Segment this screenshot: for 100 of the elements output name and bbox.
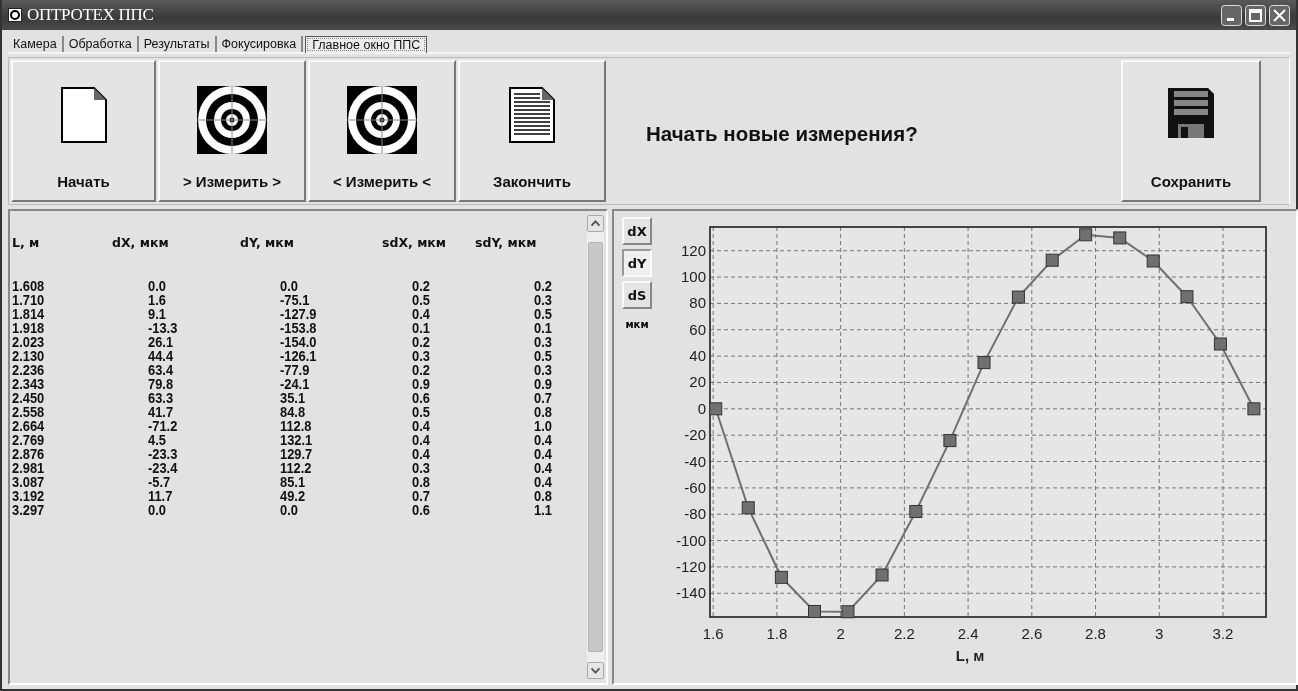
- y-tick-label: -100: [675, 531, 706, 549]
- x-tick-label: 2.6: [1021, 625, 1043, 642]
- data-point: [808, 604, 821, 618]
- table-cell: 132.1: [280, 433, 313, 447]
- table-cell: -75.1: [280, 293, 310, 307]
- toolbar-button[interactable]: Закончить: [458, 60, 606, 202]
- table-cell: 85.1: [280, 475, 306, 489]
- table-cell: 63.3: [148, 391, 174, 405]
- column-header: L, м: [12, 235, 40, 252]
- table-cell: -13.3: [148, 321, 178, 335]
- y-tick-label: 40: [689, 347, 706, 365]
- table-cell: 112.2: [280, 461, 312, 475]
- table-cell: 0.2: [534, 279, 552, 293]
- y-tick-label: 20: [689, 373, 706, 391]
- column-header: dY, мкм: [240, 235, 294, 252]
- table-cell: 79.8: [148, 377, 174, 391]
- table-cell: 1.1: [534, 503, 552, 517]
- toolbar-button[interactable]: > Измерить >: [158, 60, 306, 202]
- table-cell: 0.4: [534, 447, 552, 461]
- table-cell: -126.1: [280, 349, 317, 363]
- table-cell: -5.7: [148, 475, 171, 489]
- table-cell: 1.814: [12, 307, 45, 321]
- table-cell: 0.4: [534, 461, 552, 475]
- data-point: [1113, 231, 1127, 245]
- maximize-button[interactable]: [1245, 4, 1266, 26]
- column-header: dX, мкм: [112, 235, 169, 252]
- table-cell: 26.1: [148, 335, 174, 349]
- table-cell: 0.9: [534, 377, 552, 391]
- close-button[interactable]: [1269, 4, 1290, 26]
- table-cell: 2.664: [12, 419, 45, 433]
- table-cell: 0.4: [534, 433, 552, 447]
- tab[interactable]: Результаты: [138, 36, 217, 52]
- x-tick-label: 2: [836, 625, 845, 642]
- table-cell: 0.3: [534, 363, 552, 377]
- table-cell: 9.1: [148, 307, 166, 321]
- table-cell: 0.6: [412, 503, 430, 517]
- toolbar-button[interactable]: < Измерить <: [308, 60, 456, 202]
- table-cell: 0.0: [280, 279, 298, 293]
- table-cell: 0.8: [534, 405, 552, 419]
- table-cell: 0.2: [412, 279, 430, 293]
- scroll-down-button[interactable]: [587, 662, 604, 679]
- table-cell: 44.4: [148, 349, 174, 363]
- minimize-button[interactable]: [1221, 4, 1242, 26]
- table-cell: 0.7: [412, 489, 430, 503]
- table-cell: 2.876: [12, 447, 45, 461]
- y-tick-label: -60: [684, 478, 706, 496]
- table-cell: 0.4: [412, 433, 430, 447]
- table-cell: 0.3: [534, 335, 552, 349]
- table-cell: 0.4: [412, 419, 430, 433]
- table-cell: 0.0: [148, 279, 166, 293]
- x-tick-label: 2.2: [893, 625, 915, 642]
- target-icon: [347, 86, 417, 154]
- table-cell: -77.9: [280, 363, 310, 377]
- y-tick-label: 120: [680, 241, 706, 259]
- toolbar-button[interactable]: Начать: [11, 60, 156, 202]
- table-cell: 0.1: [534, 321, 552, 335]
- table-cell: 0.4: [412, 307, 430, 321]
- y-tick-label: -120: [675, 557, 706, 575]
- table-cell: 84.8: [280, 405, 306, 419]
- scroll-up-button[interactable]: [587, 215, 604, 232]
- series-toggle-button[interactable]: dS: [622, 281, 652, 309]
- x-tick-label: 2.4: [957, 625, 979, 642]
- column-header: sdY, мкм: [475, 235, 537, 252]
- scrollbar-thumb[interactable]: [588, 242, 603, 652]
- x-tick-label: 3.2: [1212, 625, 1234, 642]
- x-tick-label: 3: [1155, 625, 1164, 642]
- table-cell: 2.023: [12, 335, 45, 349]
- table-cell: 63.4: [148, 363, 174, 377]
- save-button[interactable]: Сохранить: [1121, 60, 1261, 202]
- table-cell: 3.297: [12, 503, 45, 517]
- target-icon: [197, 86, 267, 154]
- table-cell: -23.4: [148, 461, 178, 475]
- y-tick-label: -80: [684, 505, 706, 523]
- column-header: sdX, мкм: [382, 235, 447, 252]
- table-cell: 0.4: [534, 475, 552, 489]
- table-cell: 1.6: [148, 293, 166, 307]
- tab[interactable]: Главное окно ППС: [305, 36, 428, 53]
- tab[interactable]: Обработка: [63, 36, 139, 52]
- series-toggle-button[interactable]: dX: [622, 217, 652, 245]
- tab[interactable]: Камера: [8, 36, 64, 52]
- table-cell: 1.918: [12, 321, 45, 335]
- table-cell: 0.6: [412, 391, 430, 405]
- table-cell: 0.1: [412, 321, 430, 335]
- window-title: ОПТРОТЕХ ППС: [27, 5, 154, 25]
- table-cell: 1.0: [534, 419, 552, 433]
- series-toggle-button[interactable]: dY: [622, 249, 652, 277]
- table-cell: 49.2: [280, 489, 306, 503]
- table-cell: 0.0: [148, 503, 166, 517]
- table-cell: 2.769: [12, 433, 45, 447]
- tab[interactable]: Фокусировка: [216, 36, 304, 52]
- y-tick-label: 60: [689, 320, 706, 338]
- table-cell: 129.7: [280, 447, 313, 461]
- y-tick-label: 80: [689, 294, 706, 312]
- y-tick-label: 100: [680, 268, 706, 286]
- x-tick-label: 2.8: [1085, 625, 1106, 642]
- table-cell: 1.710: [12, 293, 45, 307]
- table-cell: 0.5: [412, 293, 430, 307]
- table-cell: 0.2: [412, 363, 430, 377]
- y-tick-label: 0: [697, 399, 706, 417]
- prompt-text: Начать новые измерения?: [646, 122, 918, 146]
